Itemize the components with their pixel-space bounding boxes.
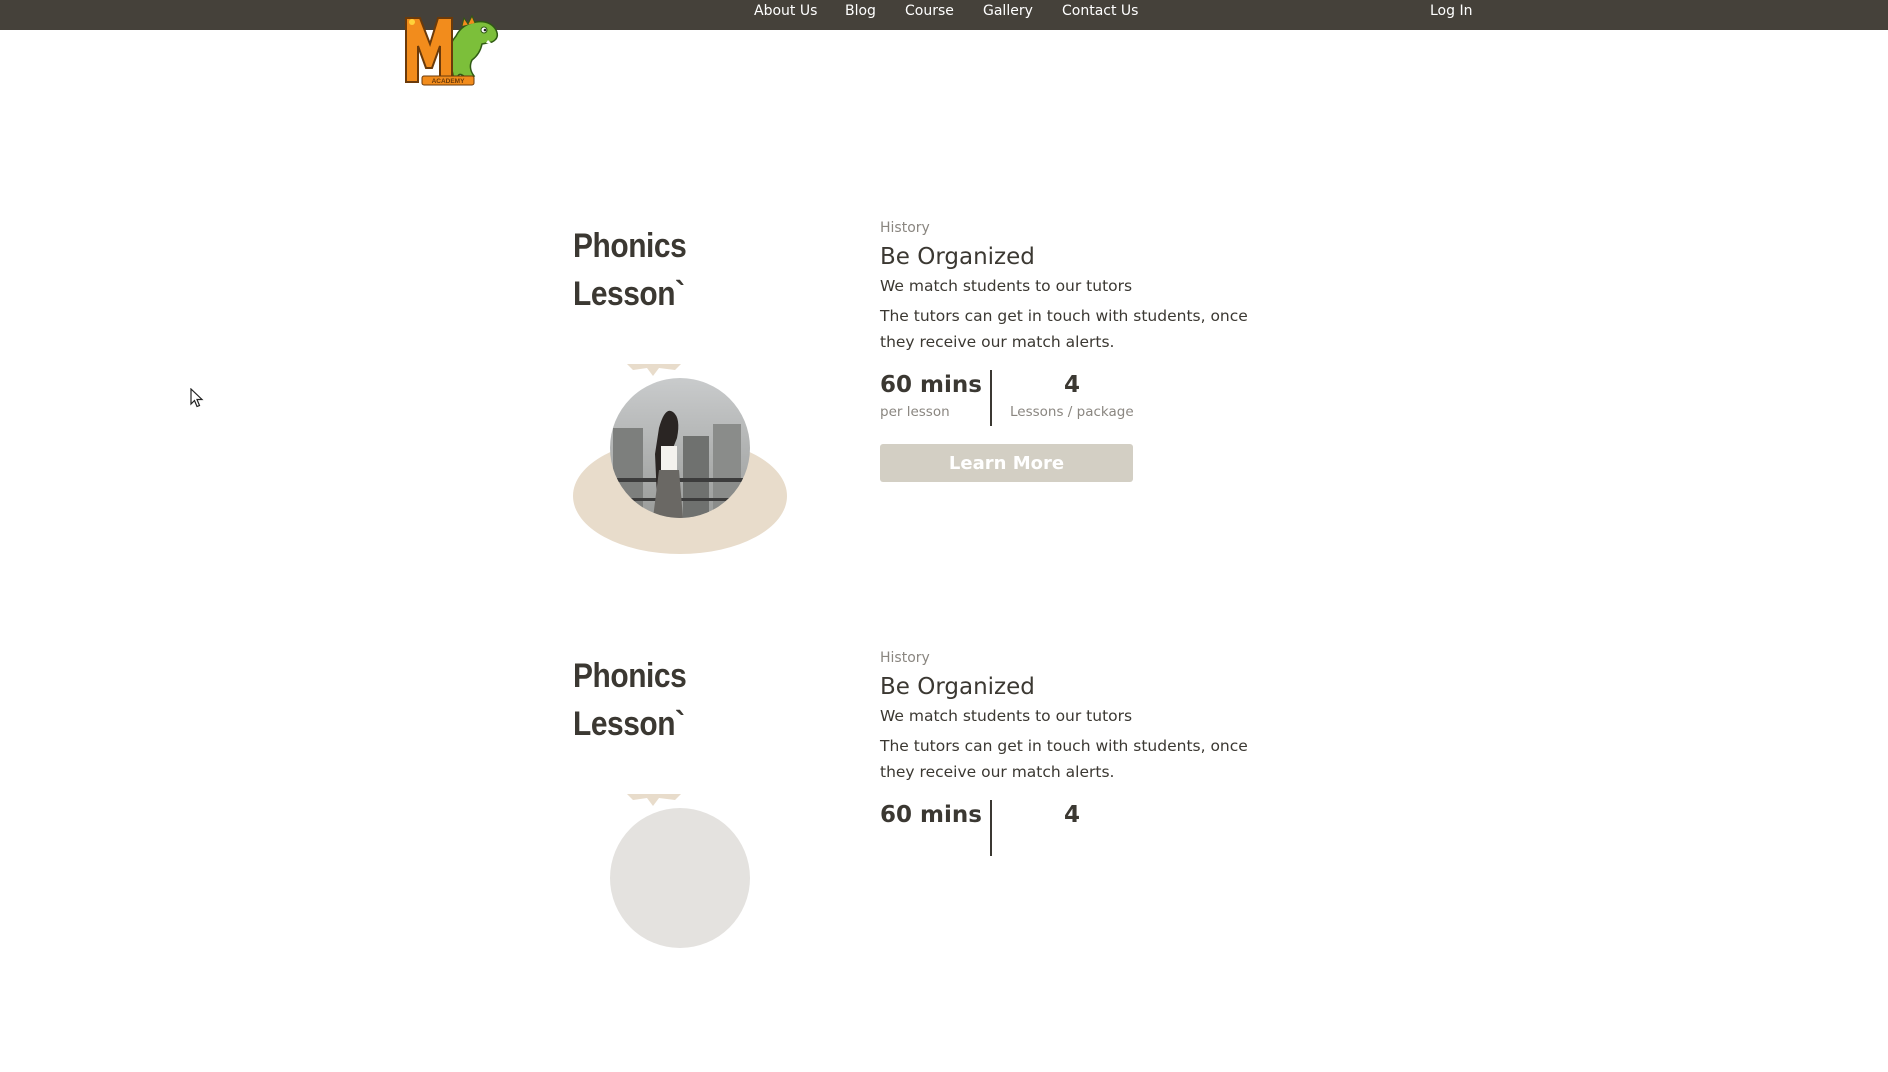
course-title: Phonics Lesson` — [573, 652, 714, 748]
course-card: Phonics Lesson` History Be Organized We … — [0, 650, 1888, 1072]
top-nav-bar: About Us Blog Course Gallery Contact Us … — [0, 0, 1888, 30]
stat-divider — [990, 800, 992, 856]
course-subheading: We match students to our tutors — [880, 277, 1133, 295]
course-illustration — [573, 358, 787, 558]
course-title-line-2: Lesson` — [573, 705, 685, 743]
course-heading: Be Organized — [880, 244, 1035, 270]
duration-value: 60 mins — [880, 802, 982, 828]
student-photo — [610, 808, 750, 948]
stat-divider — [990, 370, 992, 426]
course-title: Phonics Lesson` — [573, 222, 714, 318]
academy-logo[interactable]: ACADEMY — [402, 10, 502, 86]
nav-log-in[interactable]: Log In — [1430, 0, 1472, 22]
nav-contact-us[interactable]: Contact Us — [1062, 0, 1138, 22]
nav-about-us[interactable]: About Us — [754, 0, 817, 22]
mouse-cursor-icon — [190, 387, 204, 408]
lessons-count: 4 — [1064, 372, 1081, 398]
course-title-line-1: Phonics — [573, 657, 687, 695]
learn-more-button[interactable]: Learn More — [880, 444, 1133, 482]
course-subheading: We match students to our tutors — [880, 707, 1133, 725]
dinosaur-logo-icon: ACADEMY — [405, 14, 499, 86]
course-heading: Be Organized — [880, 674, 1035, 700]
duration-label: per lesson — [880, 404, 950, 420]
course-illustration — [573, 788, 787, 988]
course-category: History — [880, 650, 930, 666]
logo-caption: ACADEMY — [432, 78, 466, 85]
lessons-label: Lessons / package — [1010, 404, 1134, 420]
course-title-line-2: Lesson` — [573, 275, 685, 313]
course-description: The tutors can get in touch with student… — [880, 307, 1248, 351]
nav-course[interactable]: Course — [905, 0, 954, 22]
course-card: Phonics Lesson` History Be Organized We … — [0, 220, 1888, 642]
lessons-count: 4 — [1064, 802, 1081, 828]
nav-gallery[interactable]: Gallery — [983, 0, 1033, 22]
course-category: History — [880, 220, 930, 236]
course-description: The tutors can get in touch with student… — [880, 737, 1248, 781]
duration-value: 60 mins — [880, 372, 982, 398]
nav-blog[interactable]: Blog — [845, 0, 876, 22]
course-title-line-1: Phonics — [573, 227, 687, 265]
